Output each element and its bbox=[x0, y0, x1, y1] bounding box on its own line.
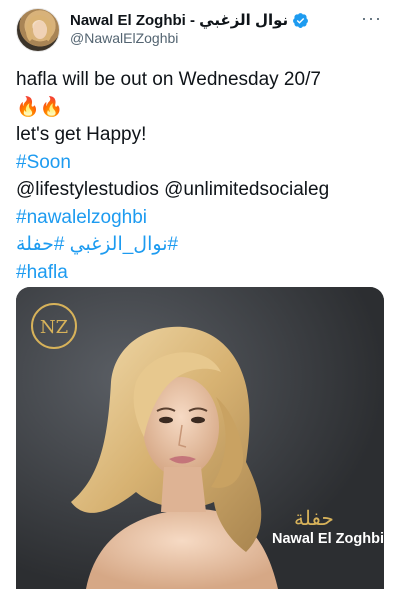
hashtag-nawalelzoghbi[interactable]: #nawalelzoghbi bbox=[16, 204, 386, 232]
media-caption-arabic: حفلة bbox=[294, 506, 334, 530]
hashtag-arabic[interactable]: #نوال_الزغبي #حفلة bbox=[16, 231, 386, 259]
author-handle[interactable]: @NawalElZoghbi bbox=[70, 30, 178, 46]
fire-emoji-line: 🔥🔥 bbox=[16, 96, 64, 118]
tweet-card: Nawal El Zoghbi - نوال الزغبي @NawalElZo… bbox=[0, 0, 400, 589]
tweet-line-announcement: hafla will be out on Wednesday 20/7 bbox=[16, 69, 321, 90]
mentions-line[interactable]: @lifestylestudios @unlimitedsocialeg bbox=[16, 176, 386, 204]
more-dots-icon[interactable]: ··· bbox=[361, 8, 382, 29]
hashtag-soon[interactable]: #Soon bbox=[16, 149, 386, 177]
tweet-line-happy: let's get Happy! bbox=[16, 124, 147, 145]
author-name-row[interactable]: Nawal El Zoghbi - نوال الزغبي bbox=[70, 10, 309, 30]
avatar[interactable] bbox=[16, 8, 60, 52]
logo-monogram: NZ bbox=[40, 317, 68, 338]
display-name[interactable]: Nawal El Zoghbi - نوال الزغبي bbox=[70, 11, 288, 29]
tweet-text: hafla will be out on Wednesday 20/7 🔥🔥 l… bbox=[16, 66, 386, 286]
avatar-face bbox=[33, 21, 47, 39]
tweet-media-image[interactable]: NZ حفلة Nawal El Zoghbi bbox=[16, 287, 384, 589]
hashtag-hafla[interactable]: #hafla bbox=[16, 259, 386, 287]
media-caption-name: Nawal El Zoghbi bbox=[272, 531, 384, 547]
verified-badge-icon bbox=[293, 12, 309, 28]
